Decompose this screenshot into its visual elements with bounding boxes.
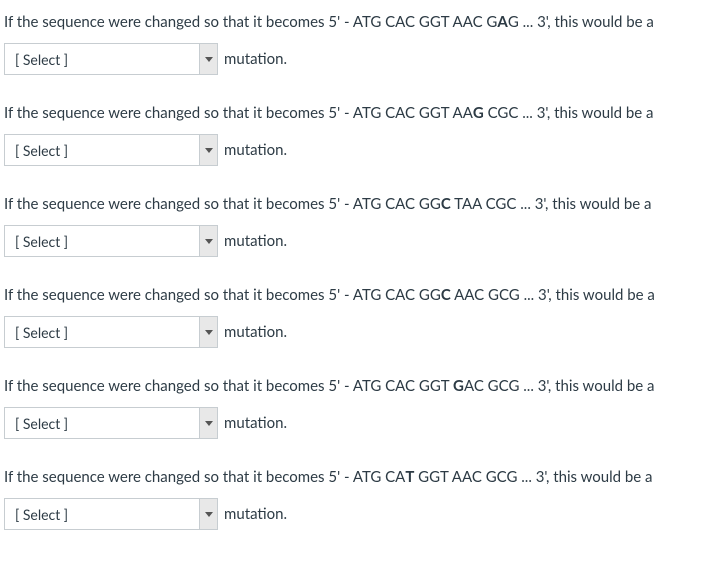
question-suffix: ... 3', this would be a <box>520 286 655 304</box>
answer-row: [ Select ] mutation. <box>4 407 698 439</box>
sequence-part: ATG CAC GGT AAC G <box>353 13 498 31</box>
question-block: If the sequence were changed so that it … <box>4 103 698 166</box>
question-suffix: ... 3', this would be a <box>517 468 652 486</box>
question-suffix: ... 3', this would be a <box>519 377 654 395</box>
sequence-part: G <box>508 13 519 31</box>
sequence-part: AC GCG <box>464 377 519 395</box>
select-placeholder: [ Select ] <box>15 324 68 341</box>
sequence-part: ATG CAC GG <box>353 195 441 213</box>
mutation-label: mutation. <box>224 232 287 250</box>
sequence-bold: T <box>405 468 414 486</box>
mutation-select[interactable]: [ Select ] <box>4 134 218 166</box>
question-block: If the sequence were changed so that it … <box>4 12 698 75</box>
mutation-select[interactable]: [ Select ] <box>4 43 218 75</box>
select-placeholder: [ Select ] <box>15 506 68 523</box>
answer-row: [ Select ] mutation. <box>4 225 698 257</box>
mutation-select[interactable]: [ Select ] <box>4 498 218 530</box>
mutation-label: mutation. <box>224 50 287 68</box>
question-text: If the sequence were changed so that it … <box>4 12 698 33</box>
answer-row: [ Select ] mutation. <box>4 134 698 166</box>
sequence-part: CGC <box>484 104 519 122</box>
question-prefix: If the sequence were changed so that it … <box>4 286 353 304</box>
sequence-part: ATG CAC GGT AA <box>353 104 473 122</box>
mutation-label: mutation. <box>224 323 287 341</box>
sequence-bold: G <box>453 377 464 395</box>
answer-row: [ Select ] mutation. <box>4 316 698 348</box>
select-placeholder: [ Select ] <box>15 415 68 432</box>
answer-row: [ Select ] mutation. <box>4 43 698 75</box>
sequence-part: ATG CA <box>353 468 405 486</box>
chevron-down-icon <box>199 135 217 165</box>
chevron-down-icon <box>199 44 217 74</box>
chevron-down-icon <box>199 317 217 347</box>
sequence-part: AAC GCG <box>451 286 520 304</box>
question-text: If the sequence were changed so that it … <box>4 467 698 488</box>
answer-row: [ Select ] mutation. <box>4 498 698 530</box>
mutation-select[interactable]: [ Select ] <box>4 225 218 257</box>
select-placeholder: [ Select ] <box>15 142 68 159</box>
question-text: If the sequence were changed so that it … <box>4 103 698 124</box>
question-text: If the sequence were changed so that it … <box>4 376 698 397</box>
question-block: If the sequence were changed so that it … <box>4 285 698 348</box>
chevron-down-icon <box>199 499 217 529</box>
sequence-bold: G <box>473 104 484 122</box>
question-suffix: ... 3', this would be a <box>516 195 651 213</box>
select-placeholder: [ Select ] <box>15 51 68 68</box>
question-prefix: If the sequence were changed so that it … <box>4 104 353 122</box>
sequence-part: ATG CAC GG <box>353 286 441 304</box>
select-placeholder: [ Select ] <box>15 233 68 250</box>
question-prefix: If the sequence were changed so that it … <box>4 377 353 395</box>
question-block: If the sequence were changed so that it … <box>4 376 698 439</box>
sequence-part: GGT AAC GCG <box>414 468 517 486</box>
sequence-part: TAA CGC <box>451 195 517 213</box>
chevron-down-icon <box>199 226 217 256</box>
question-text: If the sequence were changed so that it … <box>4 285 698 306</box>
mutation-label: mutation. <box>224 141 287 159</box>
mutation-label: mutation. <box>224 414 287 432</box>
chevron-down-icon <box>199 408 217 438</box>
question-suffix: ... 3', this would be a <box>519 13 654 31</box>
question-prefix: If the sequence were changed so that it … <box>4 195 353 213</box>
mutation-select[interactable]: [ Select ] <box>4 407 218 439</box>
question-prefix: If the sequence were changed so that it … <box>4 468 353 486</box>
question-block: If the sequence were changed so that it … <box>4 467 698 530</box>
question-text: If the sequence were changed so that it … <box>4 194 698 215</box>
mutation-label: mutation. <box>224 505 287 523</box>
sequence-bold: C <box>441 195 451 213</box>
sequence-bold: C <box>441 286 451 304</box>
mutation-select[interactable]: [ Select ] <box>4 316 218 348</box>
sequence-part: ATG CAC GGT <box>353 377 453 395</box>
question-prefix: If the sequence were changed so that it … <box>4 13 353 31</box>
sequence-bold: A <box>497 13 507 31</box>
question-suffix: ... 3', this would be a <box>518 104 653 122</box>
question-block: If the sequence were changed so that it … <box>4 194 698 257</box>
